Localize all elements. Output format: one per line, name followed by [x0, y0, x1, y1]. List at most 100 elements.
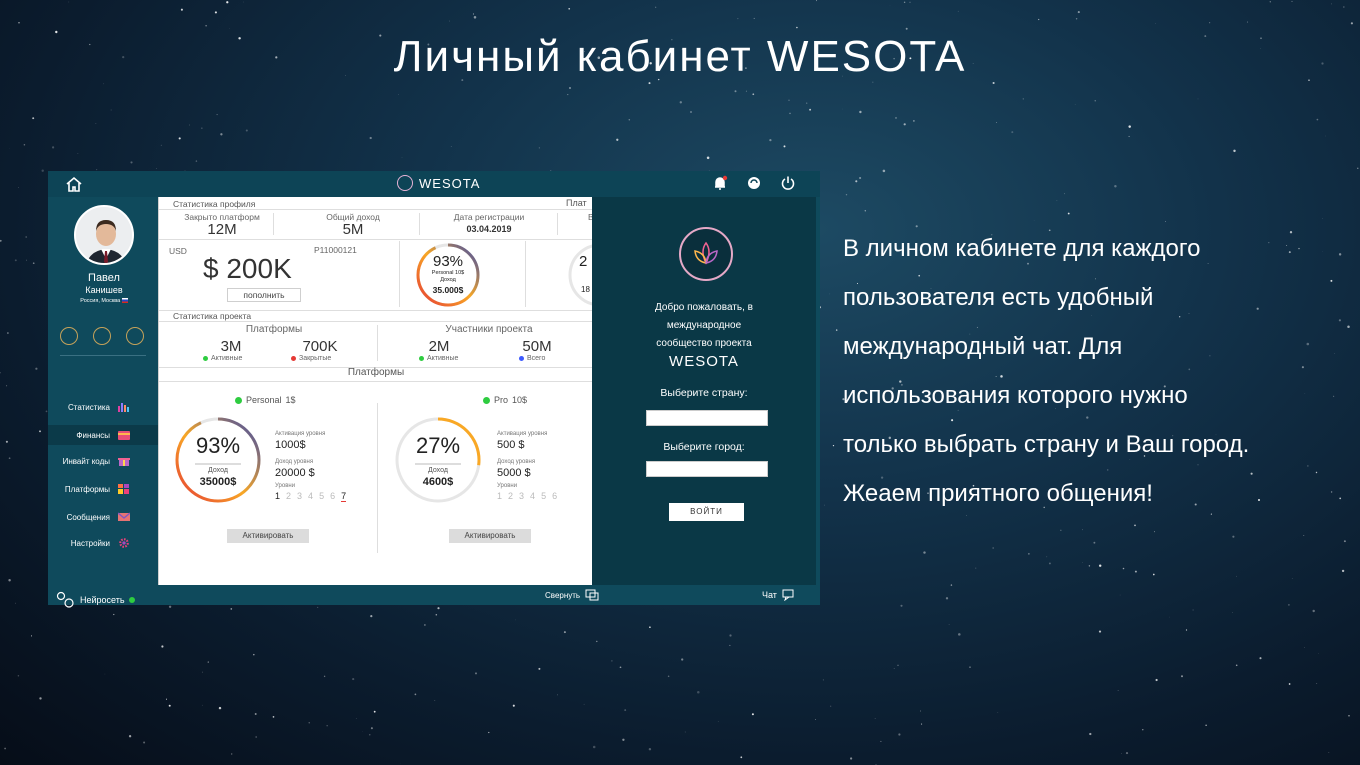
star: [8, 578, 11, 582]
star: [369, 136, 372, 140]
bar-chart-icon: [118, 403, 129, 412]
divider: [399, 241, 400, 307]
level-number[interactable]: 6: [552, 491, 557, 501]
level-number[interactable]: 2: [508, 491, 513, 501]
star: [1154, 531, 1155, 533]
star: [6, 385, 8, 387]
current-level-number[interactable]: 7: [341, 491, 347, 502]
star: [1117, 690, 1119, 691]
neural-network-status[interactable]: Нейросеть: [56, 591, 135, 609]
star: [207, 661, 209, 663]
platform-percent: 27%: [415, 433, 461, 458]
level-number[interactable]: 6: [330, 491, 335, 502]
level-number[interactable]: 4: [308, 491, 313, 502]
level-number[interactable]: 5: [319, 491, 324, 502]
description-line: В личном кабинете для каждого: [843, 235, 1201, 262]
collapse-button[interactable]: Свернуть: [545, 589, 599, 601]
divider: [159, 239, 592, 240]
star: [474, 672, 478, 675]
activate-button[interactable]: Активировать: [449, 529, 531, 543]
star: [921, 723, 923, 725]
login-button[interactable]: ВОЙТИ: [669, 503, 744, 521]
star: [1328, 752, 1330, 753]
level-income-label: Доход уровня: [275, 459, 314, 465]
star: [514, 619, 516, 621]
avatar[interactable]: [74, 205, 134, 265]
activate-button[interactable]: Активировать: [227, 529, 309, 543]
sidebar-item-statistics[interactable]: Статистика: [48, 397, 160, 417]
envelope-icon: [118, 512, 130, 521]
star: [272, 716, 275, 718]
star: [538, 147, 541, 149]
star: [128, 735, 132, 738]
sidebar-item-invite-codes[interactable]: Инвайт коды: [48, 451, 160, 471]
power-icon[interactable]: [780, 175, 796, 191]
level-number[interactable]: 2: [286, 491, 291, 502]
level-number[interactable]: 3: [297, 491, 302, 502]
welcome-line: сообщество проекта: [656, 338, 752, 349]
star: [920, 710, 921, 712]
star: [880, 740, 882, 742]
support-icon[interactable]: [746, 175, 762, 191]
star: [830, 705, 832, 707]
app-brand: WESOTA: [397, 175, 480, 191]
rank-badge-icon: [60, 327, 78, 345]
chat-icon: [782, 589, 794, 601]
sidebar-item-settings[interactable]: Настройки: [48, 533, 160, 553]
wallet-icon: [118, 431, 130, 440]
star: [14, 259, 17, 262]
topup-button[interactable]: пополнить: [227, 288, 301, 302]
star: [165, 698, 168, 700]
star: [1098, 630, 1102, 633]
legend-label: Всего: [527, 355, 546, 362]
app-topbar: WESOTA: [48, 171, 820, 197]
sidebar-item-messages[interactable]: Сообщения: [48, 507, 160, 527]
legend-dot: [519, 356, 524, 361]
star: [1236, 575, 1237, 577]
star: [706, 156, 710, 160]
activation-label: Активация уровня: [275, 431, 326, 437]
level-number[interactable]: 3: [519, 491, 524, 501]
star: [104, 673, 106, 675]
notification-bell-icon[interactable]: [712, 175, 728, 191]
country-input[interactable]: [646, 410, 768, 426]
sidebar: Павел Канишев Россия, Москва Статистика …: [48, 197, 160, 608]
star: [923, 551, 926, 554]
divider: [159, 381, 592, 382]
star: [1304, 647, 1305, 648]
star: [1357, 167, 1359, 169]
star: [734, 90, 737, 93]
platform-price: 1$: [285, 395, 296, 405]
stat-value: 5M: [342, 221, 364, 238]
level-number[interactable]: 4: [530, 491, 535, 501]
star: [583, 703, 585, 705]
star: [622, 738, 625, 741]
level-number[interactable]: 5: [541, 491, 546, 501]
city-input[interactable]: [646, 461, 768, 477]
star: [25, 236, 28, 238]
level-number[interactable]: 1: [497, 491, 502, 501]
star: [39, 430, 41, 433]
star: [472, 13, 474, 15]
star: [895, 116, 897, 119]
star: [1060, 529, 1062, 531]
star: [255, 736, 257, 738]
star: [41, 169, 44, 172]
star: [1347, 325, 1350, 329]
balance-value: $ 200K: [203, 253, 292, 284]
divider: [159, 209, 592, 210]
star: [845, 194, 848, 196]
platform-card-personal: Personal 1$ 93% Доход 35000$ Активация у…: [159, 383, 377, 583]
sidebar-item-finance[interactable]: Финансы: [48, 425, 160, 445]
account-id: P11000121: [314, 245, 357, 255]
sidebar-item-platforms[interactable]: Платформы: [48, 479, 160, 499]
ring-income-fragment: 18: [581, 285, 590, 294]
star: [26, 259, 27, 261]
rank-badge-icon: [93, 327, 111, 345]
star: [195, 160, 198, 162]
star: [689, 110, 693, 114]
level-number[interactable]: 1: [275, 491, 280, 502]
chat-button[interactable]: Чат: [762, 589, 796, 601]
stat-value: 03.04.2019: [466, 224, 512, 234]
home-icon[interactable]: [65, 176, 83, 192]
